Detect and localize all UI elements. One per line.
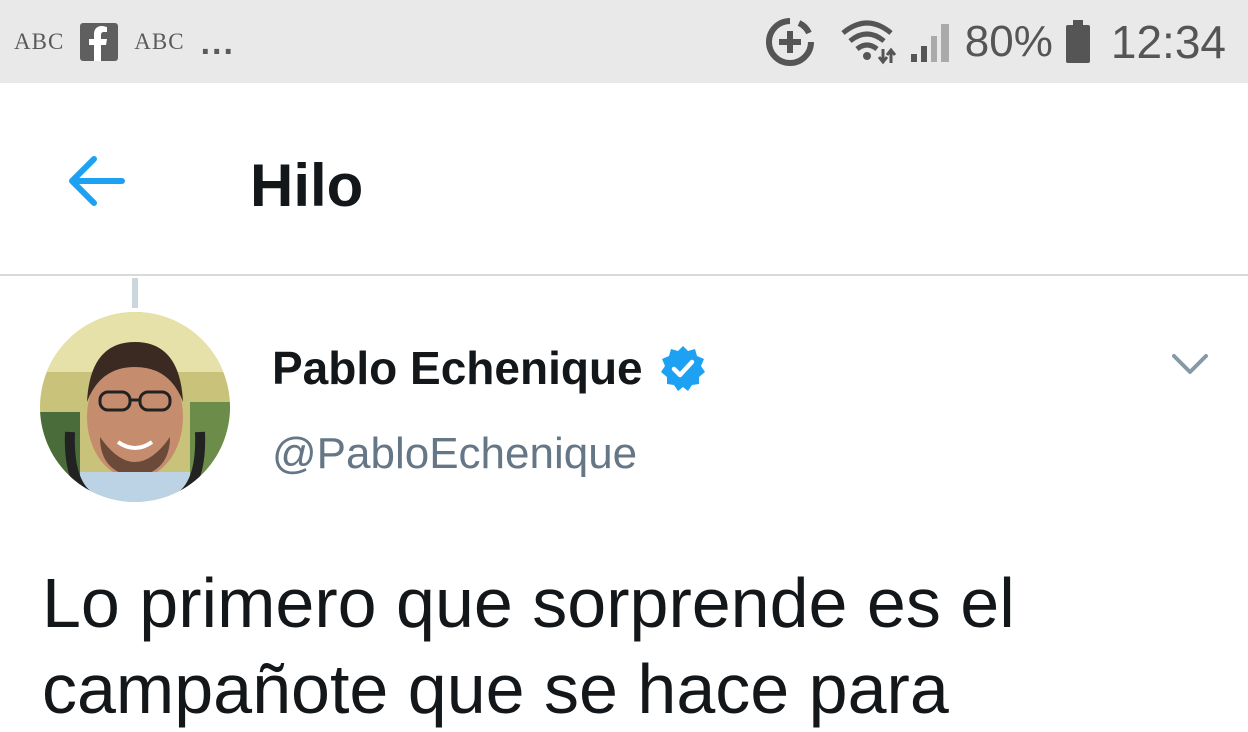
wifi-icon	[841, 20, 896, 64]
author-handle[interactable]: @PabloEchenique	[272, 428, 637, 480]
more-notifications-icon: ...	[200, 24, 235, 62]
system-icons: 80% 12:34	[765, 0, 1226, 83]
battery-percentage: 80%	[964, 16, 1053, 66]
thread-connector-line	[132, 278, 138, 308]
avatar[interactable]	[40, 312, 230, 502]
tweet-text-line: Lo primero que sorprende es el	[42, 564, 1015, 642]
avatar-photo	[40, 312, 230, 502]
status-bar: ABC ABC ... 80% 12:34	[0, 0, 1248, 83]
back-button[interactable]	[60, 145, 132, 217]
battery-icon	[1065, 19, 1090, 63]
author-name[interactable]: Pablo Echenique	[272, 340, 707, 396]
abc-notification-icon: ABC	[14, 28, 65, 54]
top-app-bar: Hilo	[0, 83, 1248, 276]
abc-notification-icon: ABC	[134, 28, 185, 54]
signal-icon	[910, 23, 949, 62]
notification-icons: ABC ABC ...	[14, 0, 235, 83]
verified-badge-icon	[660, 346, 705, 391]
clock: 12:34	[1110, 15, 1226, 68]
author-name-text: Pablo Echenique	[272, 342, 643, 394]
tweet-text: Lo primero que sorprende es el campañote…	[42, 560, 1222, 732]
tweet-options-button[interactable]	[1168, 346, 1212, 382]
chevron-down-icon	[1172, 354, 1208, 374]
data-saver-icon	[765, 17, 814, 66]
page-title: Hilo	[250, 152, 364, 219]
arrow-left-icon	[69, 156, 125, 206]
tweet-text-line: campañote que se hace para	[42, 650, 949, 728]
facebook-icon	[80, 22, 119, 61]
